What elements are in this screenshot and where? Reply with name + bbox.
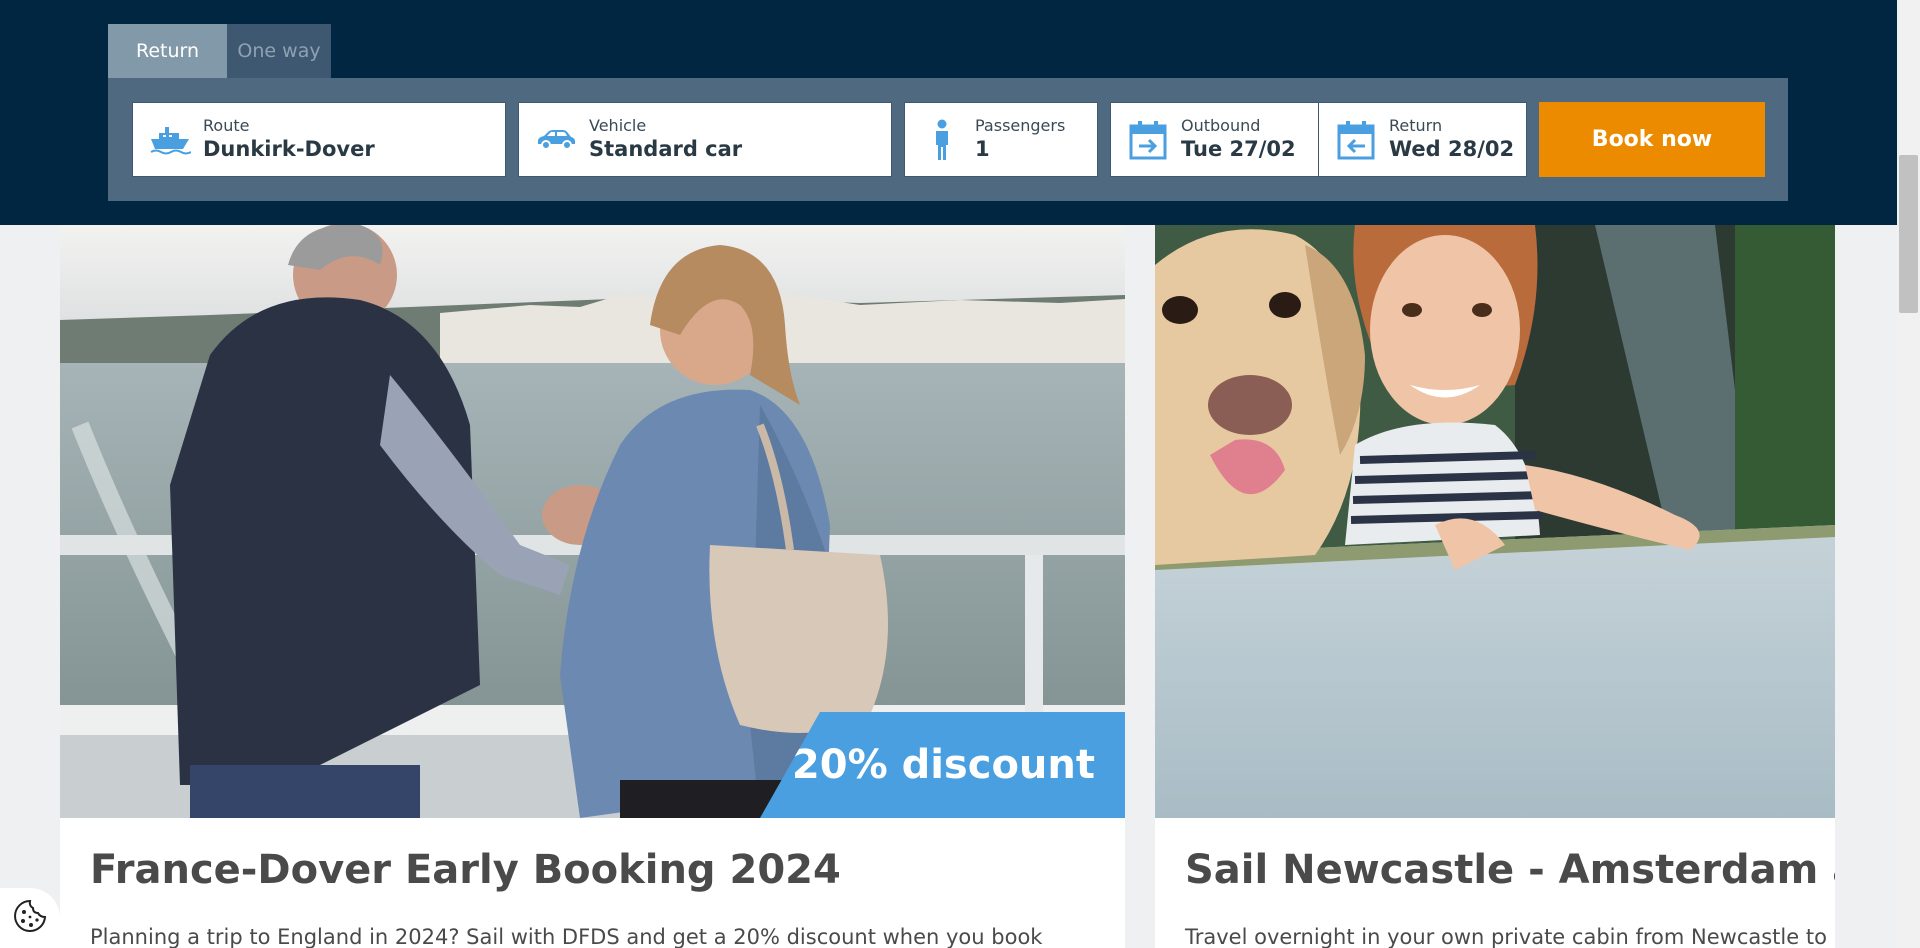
calendar-return-icon <box>1333 120 1379 160</box>
vehicle-field[interactable]: Vehicle Standard car <box>518 102 892 177</box>
scrollbar-thumb[interactable] <box>1899 155 1918 313</box>
book-now-button[interactable]: Book now <box>1539 102 1765 177</box>
trip-type-tabs: Return One way <box>108 24 331 78</box>
car-icon <box>533 128 579 152</box>
return-date-field[interactable]: Return Wed 28/02 <box>1318 102 1527 177</box>
dog-and-girl-in-car-image <box>1155 225 1835 818</box>
offer-card-early-booking[interactable]: 20% discount France-Dover Early Booking … <box>60 225 1125 948</box>
return-value: Wed 28/02 <box>1389 137 1515 161</box>
outbound-label: Outbound <box>1181 116 1261 135</box>
route-label: Route <box>203 116 250 135</box>
person-icon <box>919 119 965 161</box>
booking-header: Return One way Route Dunkirk-Dover Vehic… <box>0 0 1897 225</box>
card-description: Planning a trip to England in 2024? Sail… <box>90 925 1043 948</box>
calendar-outbound-icon <box>1125 120 1171 160</box>
cookie-icon <box>12 898 48 938</box>
vehicle-value: Standard car <box>589 137 743 161</box>
offer-card-newcastle-amsterdam[interactable]: Sail Newcastle - Amsterdam and v Travel … <box>1155 225 1835 948</box>
ship-icon <box>147 125 193 155</box>
card-description: Travel overnight in your own private cab… <box>1185 925 1827 948</box>
tab-return[interactable]: Return <box>108 24 227 78</box>
return-label: Return <box>1389 116 1443 135</box>
tab-one-way[interactable]: One way <box>227 24 331 78</box>
card-title[interactable]: Sail Newcastle - Amsterdam and v <box>1185 847 1835 893</box>
discount-badge: 20% discount <box>760 712 1125 818</box>
couple-on-ferry-image: 20% discount <box>60 225 1125 818</box>
outbound-value: Tue 27/02 <box>1181 137 1296 161</box>
page-scrollbar[interactable] <box>1897 0 1920 948</box>
cookie-settings-button[interactable] <box>0 888 60 948</box>
route-field[interactable]: Route Dunkirk-Dover <box>132 102 506 177</box>
booking-panel: Route Dunkirk-Dover Vehicle Standard car <box>108 78 1788 201</box>
card-title[interactable]: France-Dover Early Booking 2024 <box>90 847 841 893</box>
outbound-date-field[interactable]: Outbound Tue 27/02 <box>1110 102 1319 177</box>
passengers-value: 1 <box>975 137 990 161</box>
vehicle-label: Vehicle <box>589 116 647 135</box>
route-value: Dunkirk-Dover <box>203 137 375 161</box>
passengers-label: Passengers <box>975 116 1066 135</box>
passengers-field[interactable]: Passengers 1 <box>904 102 1098 177</box>
